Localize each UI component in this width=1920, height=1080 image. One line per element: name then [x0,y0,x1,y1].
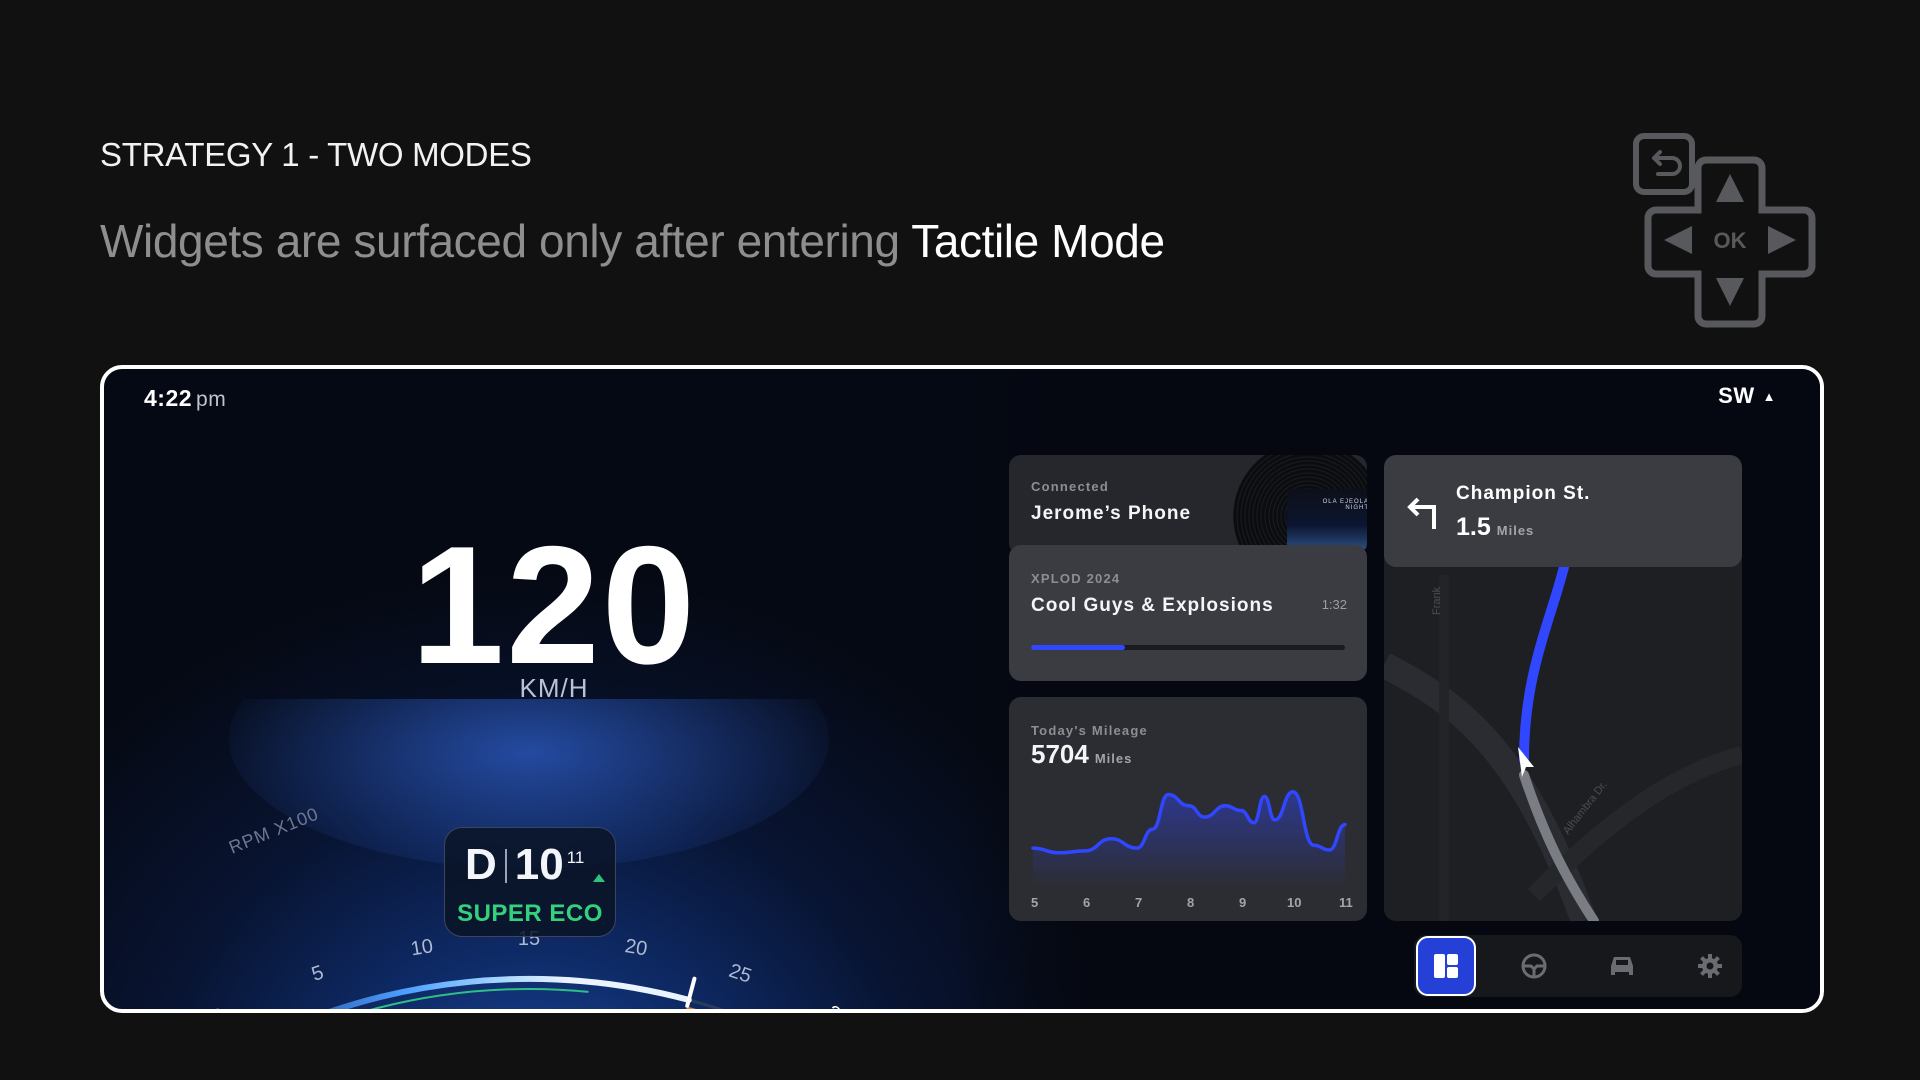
gear-indicator: D 10 11 SUPER ECO [444,827,616,937]
mileage-number: 5704 [1031,739,1089,769]
car-icon [1611,957,1633,975]
slide-title: STRATEGY 1 - TWO MODES [100,136,532,173]
steering-wheel-icon [1521,953,1547,979]
down-arrow-icon [1716,278,1744,306]
dashboard-button[interactable] [1416,936,1476,996]
steering-button[interactable] [1504,936,1564,996]
track-title: Cool Guys & Explosions [1031,595,1274,616]
gauge-tick-label: 5 [309,962,327,986]
gauge-tick-label: 25 [726,960,754,988]
back-icon [1633,133,1695,195]
street-name: Champion St. [1456,483,1591,504]
mileage-x-tick: 7 [1135,895,1143,910]
album-art: OLA EJEOLA NIGHT [1287,489,1367,549]
drive-mode: SUPER ECO [457,900,603,927]
album-art-text: OLA EJEOLA NIGHT [1322,499,1367,511]
vehicle-button[interactable] [1592,936,1652,996]
gauge-redline-band [686,1006,696,1009]
ok-label: OK [1714,228,1747,253]
upshift-arrow-icon [593,874,605,882]
speed-value: 120 [410,511,698,699]
mileage-x-tick: 10 [1287,895,1302,910]
navigation-arrow-icon: ▲ [1762,389,1776,404]
mileage-x-tick: 9 [1239,895,1247,910]
mileage-x-axis: 5 6 7 8 9 10 11 [1031,895,1353,915]
gauge-tick-label: 0 [209,1004,229,1009]
mileage-x-tick: 8 [1187,895,1195,910]
mileage-x-tick: 5 [1031,895,1039,910]
dashboard-icon [1434,954,1458,978]
mileage-x-tick: 6 [1083,895,1091,910]
distance-value: 1.5 [1456,513,1491,541]
gear-divider [504,849,507,883]
clock: 4:22 pm [144,385,226,412]
mileage-chart [1031,789,1347,887]
map-route [1519,562,1569,765]
track-progress[interactable] [1031,645,1345,650]
up-arrow-icon [1716,174,1744,202]
gear-number: 10 [514,840,564,889]
map-street-label: Frank [1431,586,1443,615]
subtitle-highlight: Tactile Mode [911,215,1165,267]
distance-unit: Miles [1496,523,1535,538]
mileage-x-tick: 11 [1339,895,1353,910]
right-arrow-icon [1768,226,1796,254]
phone-device: Jerome’s Phone [1031,503,1192,524]
track-time: 1:32 [1321,597,1347,612]
gear-icon [1698,954,1722,978]
gauge-tick-label: 20 [623,935,649,960]
mileage-label: Today's Mileage [1031,723,1148,738]
clock-ampm: pm [196,388,227,411]
bottom-bar [1414,935,1742,997]
mileage-unit: Miles [1094,751,1133,766]
clock-time: 4:22 [144,385,193,411]
phone-widget[interactable]: OLA EJEOLA NIGHT Connected Jerome’s Phon… [1009,455,1367,555]
slide-subtitle: Widgets are surfaced only after entering… [100,214,1165,268]
gauge-tick-label: 30 [824,1001,854,1009]
compass-heading: SW ▲ [1718,383,1776,409]
album-name: XPLOD 2024 [1031,571,1121,586]
car-display: 4:22pm SW▲ 120 KM/H 051015202530 RPM X10… [100,365,1824,1013]
heading-text: SW [1718,383,1755,408]
navigation-header: Champion St. 1.5 Miles [1384,455,1742,567]
music-widget[interactable]: XPLOD 2024 Cool Guys & Explosions 1:32 [1009,545,1367,681]
gear-mode: D [465,840,497,889]
dpad-diagram: OK [1633,133,1816,328]
turn-distance: 1.5 Miles [1456,513,1534,542]
subtitle-prefix: Widgets are surfaced only after entering [100,215,900,267]
mileage-widget[interactable]: Today's Mileage 5704 Miles 5 6 7 8 9 10 11 [1009,697,1367,921]
mileage-value: 5704 Miles [1031,739,1132,770]
track-progress-fill [1031,645,1126,650]
left-arrow-icon [1664,226,1692,254]
phone-status: Connected [1031,479,1109,494]
turn-left-icon [1407,497,1436,529]
navigation-widget[interactable]: Frank Alhambra Dr. Champion St. 1.5 Miles [1384,455,1742,921]
gauge-tick-label: 10 [409,935,435,960]
settings-button[interactable] [1680,936,1740,996]
gauge-arc [333,977,725,1009]
gear-next: 11 [566,848,585,867]
